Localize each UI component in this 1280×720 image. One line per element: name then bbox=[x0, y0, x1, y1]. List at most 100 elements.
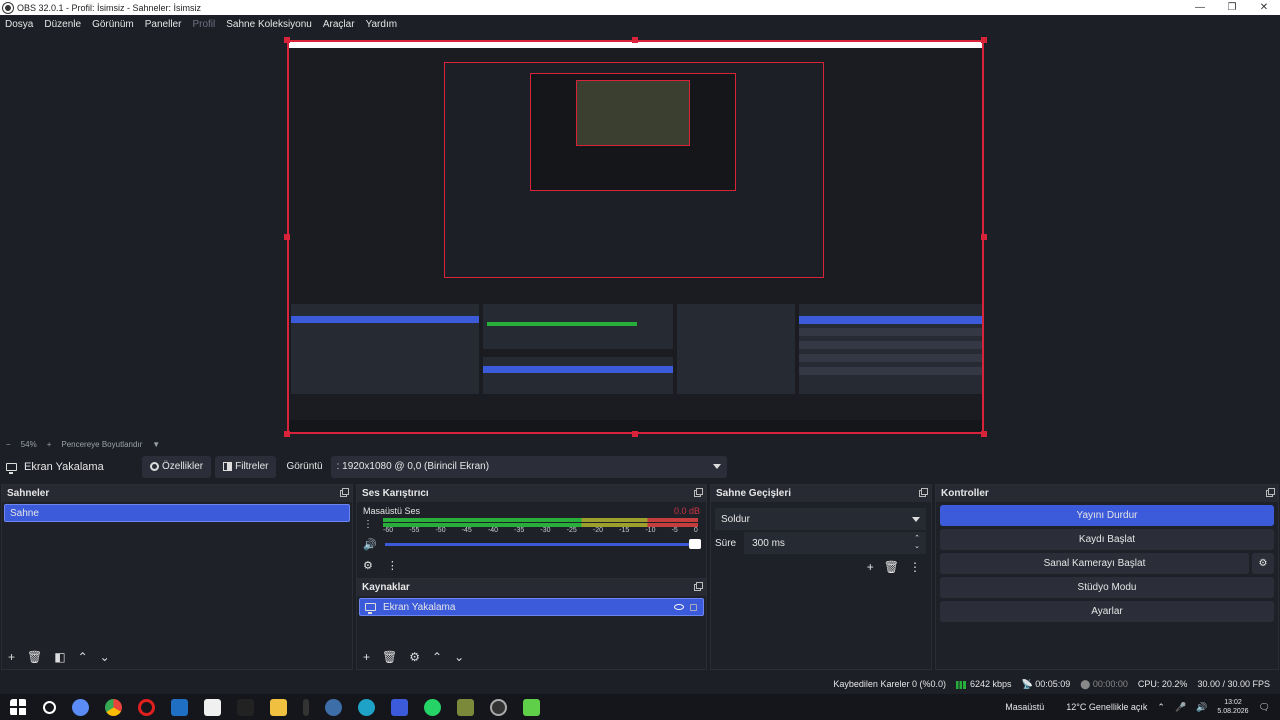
filters-icon[interactable]: ◧ bbox=[54, 650, 65, 664]
app-icon[interactable] bbox=[237, 698, 254, 716]
add-transition-button[interactable]: + bbox=[867, 560, 874, 574]
mixer-channel: Masaüstü Ses 0.0 dB ⋮ -60 -55 -50 -45 -40 -35… bbox=[357, 502, 706, 576]
clock[interactable]: 13:02 5.08.2026 bbox=[1217, 698, 1248, 716]
trash-icon[interactable]: 🗑 bbox=[884, 560, 899, 574]
close-button[interactable]: ✕ bbox=[1248, 2, 1280, 13]
move-up-button[interactable]: ⌃ bbox=[432, 650, 442, 664]
store-icon[interactable] bbox=[204, 698, 221, 716]
filter-icon bbox=[223, 462, 233, 471]
resize-handle[interactable] bbox=[284, 37, 290, 43]
tray-arrow-icon[interactable]: ⌃ bbox=[1157, 702, 1165, 713]
properties-button[interactable]: Özellikler bbox=[142, 455, 212, 478]
folder-icon[interactable] bbox=[270, 698, 287, 716]
volume-slider[interactable] bbox=[384, 539, 701, 549]
windows-start-icon[interactable] bbox=[10, 698, 27, 716]
cube-icon[interactable] bbox=[523, 698, 540, 716]
filters-button[interactable]: Filtreler bbox=[215, 455, 277, 478]
stepper-icon[interactable]: ⌃ ⌄ bbox=[914, 535, 920, 551]
search-icon[interactable] bbox=[43, 700, 56, 714]
zoom-in-button[interactable]: + bbox=[47, 440, 52, 449]
source-toolbar: Ekran Yakalama Özellikler Filtreler Görü… bbox=[0, 453, 1280, 480]
add-scene-button[interactable]: + bbox=[8, 650, 15, 664]
trash-icon[interactable]: 🗑 bbox=[382, 650, 397, 664]
duration-input[interactable]: 300 ms ⌃ ⌄ bbox=[744, 532, 926, 554]
menu-profil[interactable]: Profil bbox=[192, 19, 215, 30]
undock-icon[interactable] bbox=[340, 488, 349, 497]
gear-icon[interactable]: ⚙ bbox=[409, 650, 420, 664]
selected-source: Ekran Yakalama bbox=[0, 461, 142, 474]
transitions-title: Sahne Geçişleri bbox=[716, 488, 792, 499]
controls-dock: Kontroller Yayını Durdur Kaydı Başlat Sa… bbox=[935, 484, 1279, 670]
preview-recursive-frame-2 bbox=[530, 73, 736, 191]
move-down-button[interactable]: ⌄ bbox=[100, 650, 110, 664]
pen-icon[interactable] bbox=[303, 698, 309, 716]
mixer-menu-icon[interactable]: ⋮ bbox=[387, 559, 398, 572]
sources-header: Kaynaklar bbox=[357, 579, 706, 596]
preview-recursive-frame-3 bbox=[576, 80, 690, 146]
chevron-down-icon[interactable]: ▼ bbox=[152, 440, 160, 449]
notification-icon[interactable]: 🗨 bbox=[1259, 702, 1270, 713]
speaker-icon[interactable]: 🔊 bbox=[363, 538, 377, 551]
desktop-label[interactable]: Masaüstü bbox=[1005, 702, 1044, 712]
menu-yardim[interactable]: Yardım bbox=[366, 19, 398, 30]
menu-dosya[interactable]: Dosya bbox=[5, 19, 33, 30]
settings-button[interactable]: Ayarlar bbox=[940, 601, 1274, 622]
zoom-bar: − 54% + Pencereye Boyutlandır ▼ bbox=[0, 437, 1280, 451]
obs-icon[interactable] bbox=[490, 698, 507, 716]
source-item[interactable]: Ekran Yakalama bbox=[359, 598, 704, 616]
resize-handle[interactable] bbox=[981, 37, 987, 43]
gear-icon[interactable]: ⚙ bbox=[1252, 553, 1274, 574]
add-source-button[interactable]: + bbox=[363, 650, 370, 664]
resize-handle[interactable] bbox=[632, 37, 638, 43]
whatsapp-icon[interactable] bbox=[424, 698, 441, 716]
copilot-icon[interactable] bbox=[72, 698, 89, 716]
chrome-icon[interactable] bbox=[105, 698, 122, 716]
steam-icon[interactable] bbox=[325, 698, 342, 716]
weather[interactable]: 12°C Genellikle açık bbox=[1066, 702, 1147, 712]
transition-menu-icon[interactable]: ⋮ bbox=[909, 560, 921, 574]
undock-icon[interactable] bbox=[694, 582, 703, 591]
trash-icon[interactable]: 🗑 bbox=[27, 650, 42, 664]
mixer-title: Ses Karıştırıcı bbox=[362, 488, 429, 499]
undock-icon[interactable] bbox=[919, 488, 928, 497]
menu-gorunum[interactable]: Görünüm bbox=[92, 19, 134, 30]
game-icon[interactable] bbox=[457, 698, 474, 716]
mail-icon[interactable] bbox=[171, 698, 188, 716]
vpn-icon[interactable] bbox=[391, 698, 408, 716]
menu-duzenle[interactable]: Düzenle bbox=[44, 19, 81, 30]
gear-icon bbox=[150, 462, 159, 471]
studio-mode-button[interactable]: Stüdyo Modu bbox=[940, 577, 1274, 598]
preview-recursive-docks bbox=[291, 304, 982, 422]
move-down-button[interactable]: ⌄ bbox=[454, 650, 464, 664]
zoom-out-button[interactable]: − bbox=[6, 440, 11, 449]
volume-slider-knob[interactable] bbox=[688, 539, 701, 549]
undock-icon[interactable] bbox=[1266, 488, 1275, 497]
sources-footer: + 🗑 ⚙ ⌃ ⌄ bbox=[363, 650, 476, 664]
zoom-mode-dropdown[interactable]: Pencereye Boyutlandır bbox=[61, 440, 142, 449]
lock-icon[interactable] bbox=[690, 603, 697, 611]
program-preview[interactable] bbox=[287, 40, 984, 434]
stop-stream-button[interactable]: Yayını Durdur bbox=[940, 505, 1274, 526]
move-up-button[interactable]: ⌃ bbox=[78, 650, 88, 664]
resize-handle[interactable] bbox=[284, 234, 290, 240]
resize-handle[interactable] bbox=[981, 234, 987, 240]
undock-icon[interactable] bbox=[694, 488, 703, 497]
start-virtual-camera-button[interactable]: Sanal Kamerayı Başlat bbox=[940, 553, 1249, 574]
advanced-audio-icon[interactable]: ⚙ bbox=[363, 559, 373, 572]
start-recording-button[interactable]: Kaydı Başlat bbox=[940, 529, 1274, 550]
menu-sahne-koleksiyonu[interactable]: Sahne Koleksiyonu bbox=[226, 19, 312, 30]
transition-select[interactable]: Soldur bbox=[715, 508, 926, 530]
menu-paneller[interactable]: Paneller bbox=[145, 19, 182, 30]
edge-icon[interactable] bbox=[358, 698, 375, 716]
channel-name: Masaüstü Ses bbox=[363, 506, 421, 516]
scene-item[interactable]: Sahne bbox=[4, 504, 350, 522]
microphone-icon[interactable]: 🎤 bbox=[1175, 702, 1186, 713]
menu-araclar[interactable]: Araçlar bbox=[323, 19, 355, 30]
display-select[interactable]: : 1920x1080 @ 0,0 (Birincil Ekran) bbox=[330, 455, 727, 478]
maximize-button[interactable]: ❐ bbox=[1216, 2, 1248, 13]
eye-icon[interactable] bbox=[674, 604, 684, 610]
volume-icon[interactable]: 🔊 bbox=[1196, 702, 1207, 713]
channel-menu-icon[interactable]: ⋮ bbox=[363, 519, 373, 530]
minimize-button[interactable]: — bbox=[1184, 2, 1216, 13]
opera-icon[interactable] bbox=[138, 698, 155, 716]
